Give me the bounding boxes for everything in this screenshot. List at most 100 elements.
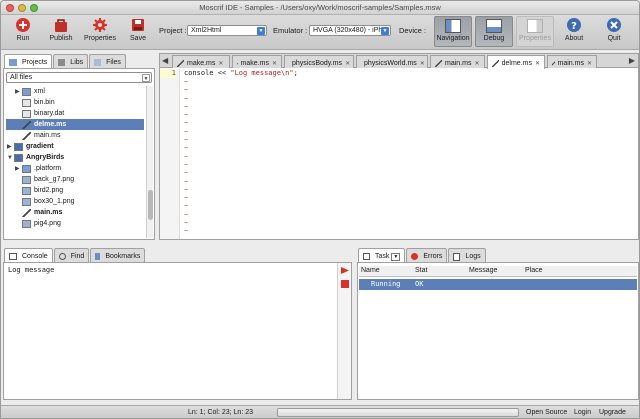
app-window: Moscrif IDE - Samples - /Users/oxy/Work/… — [0, 0, 640, 419]
project-icon — [14, 153, 23, 162]
tab-projects[interactable]: Projects — [4, 54, 53, 68]
save-button[interactable]: Save — [118, 17, 158, 47]
bookmark-icon — [95, 253, 101, 260]
window-title: Moscrif IDE - Samples - /Users/oxy/Work/… — [199, 3, 441, 12]
empty-line-marker: ~ — [184, 127, 189, 136]
tree-item[interactable]: ▶ gradient — [6, 141, 144, 152]
open-source-link[interactable]: Open Source — [526, 409, 567, 416]
tree-item[interactable]: binary.dat — [6, 108, 144, 119]
tree-item[interactable]: ▼ AngryBirds — [6, 152, 144, 163]
project-select[interactable]: Xml2Html ▼ — [187, 25, 267, 36]
clear-console-icon[interactable] — [341, 267, 349, 274]
emulator-select[interactable]: HVGA (320x480) - iPh ▼ — [309, 25, 391, 36]
quit-button[interactable]: Quit — [594, 17, 634, 47]
disclosure-triangle-icon[interactable]: ▶ — [7, 143, 14, 150]
editor-tab[interactable]: make.ms ✕ — [172, 55, 230, 68]
code-area[interactable]: console << "Log message\n"; ~ ~ ~ ~ ~ ~ ~ ~ ~ ~ ~ ~… — [184, 69, 638, 239]
disclosure-triangle-icon[interactable]: ▶ — [15, 165, 22, 172]
project-value: Xml2Html — [191, 27, 222, 34]
file-filter-value: All files — [10, 74, 33, 81]
libs-icon — [58, 59, 66, 66]
tree-item[interactable]: main.ms — [6, 207, 144, 218]
tab-errors[interactable]: Errors — [406, 248, 448, 262]
gear-icon — [93, 18, 107, 32]
close-icon[interactable]: ✕ — [474, 60, 479, 67]
tab-find[interactable]: Find — [53, 248, 90, 262]
close-icon[interactable]: ✕ — [218, 60, 223, 67]
editor-tab[interactable]: delme.ms ✕ — [487, 55, 545, 69]
editor-tab[interactable]: physicsWorld.ms ✕ — [356, 55, 428, 68]
tree-item[interactable]: ▶ xml — [6, 86, 144, 97]
progress-bar — [277, 408, 519, 417]
editor-tab[interactable]: physicsBody.ms ✕ — [284, 55, 354, 68]
login-link[interactable]: Login — [574, 409, 591, 416]
properties-toggle[interactable]: Properties — [516, 16, 554, 47]
properties-button[interactable]: Properties — [80, 17, 120, 47]
tabs-scroll-right-icon[interactable]: ▶ — [629, 56, 635, 65]
empty-line-marker: ~ — [184, 94, 189, 103]
publish-button[interactable]: Publish — [41, 17, 81, 47]
editor-tab[interactable]: make.ms ✕ — [232, 55, 282, 68]
chevron-down-icon: ▼ — [257, 27, 265, 35]
tree-item-label: xml — [34, 88, 45, 95]
script-icon — [177, 59, 184, 67]
task-table-header: Name Stat Message Place — [359, 266, 637, 277]
tab-task-menu-icon[interactable]: ▼ — [391, 252, 401, 261]
bottom-left-tabs: Console Find Bookmarks — [4, 248, 146, 262]
cursor-position: Ln: 1; Col: 23; Ln: 23 — [188, 409, 253, 416]
tab-libs[interactable]: Libs — [53, 54, 89, 68]
disclosure-triangle-icon[interactable]: ▶ — [15, 88, 22, 95]
close-icon[interactable]: ✕ — [587, 60, 592, 67]
column-stat[interactable]: Stat — [415, 267, 427, 274]
navigation-toggle[interactable]: Navigation — [434, 16, 472, 47]
table-row[interactable]: Running OK — [359, 279, 637, 290]
tree-item[interactable]: pig4.png — [6, 218, 144, 229]
tab-task[interactable]: Task ▼ — [358, 248, 406, 262]
tree-item[interactable]: bird2.png — [6, 185, 144, 196]
close-icon[interactable]: ✕ — [345, 60, 350, 67]
debug-toggle[interactable]: Debug — [475, 16, 513, 47]
folder-icon — [22, 164, 31, 173]
run-button[interactable]: Run — [3, 17, 43, 47]
tree-item[interactable]: ▶ .platform — [6, 163, 144, 174]
close-icon[interactable]: ✕ — [420, 60, 425, 67]
about-button[interactable]: ? About — [554, 17, 594, 47]
column-name[interactable]: Name — [361, 267, 380, 274]
column-message[interactable]: Message — [469, 267, 497, 274]
column-place[interactable]: Place — [525, 267, 543, 274]
upgrade-link[interactable]: Upgrade — [599, 409, 626, 416]
editor-tab[interactable]: main.ms ✕ — [547, 55, 597, 68]
tree-item[interactable]: bin.bin — [6, 97, 144, 108]
tree-scrollbar-thumb[interactable] — [148, 190, 153, 220]
tabs-scroll-left-icon[interactable]: ◀ — [162, 56, 168, 65]
folder-icon — [22, 87, 31, 96]
tree-item[interactable]: back_g7.png — [6, 174, 144, 185]
svg-text:?: ? — [571, 21, 577, 32]
empty-line-marker: ~ — [184, 227, 189, 236]
tree-item-label: main.ms — [34, 132, 61, 139]
stop-icon[interactable] — [341, 280, 349, 288]
tree-item[interactable]: main.ms — [6, 130, 144, 141]
disclosure-triangle-icon[interactable]: ▼ — [7, 155, 14, 161]
tab-files[interactable]: Files — [89, 54, 126, 68]
device-label: Device : — [399, 26, 427, 35]
empty-line-marker: ~ — [184, 202, 189, 211]
tab-console[interactable]: Console — [4, 248, 53, 262]
bottom-right-tabs: Task ▼ Errors Logs — [358, 248, 487, 262]
tab-logs[interactable]: Logs — [448, 248, 486, 262]
empty-line-marker: ~ — [184, 210, 189, 219]
close-icon[interactable]: ✕ — [535, 60, 540, 67]
tree-scrollbar[interactable] — [146, 86, 153, 238]
row-name: Running — [371, 280, 401, 288]
tree-item-label: pig4.png — [34, 220, 61, 227]
title-bar: Moscrif IDE - Samples - /Users/oxy/Work/… — [1, 1, 639, 15]
publish-label: Publish — [49, 35, 73, 42]
file-filter-select[interactable]: All files ▼ — [6, 72, 152, 83]
chevron-down-icon: ▼ — [381, 27, 389, 35]
close-icon[interactable]: ✕ — [272, 60, 277, 67]
tree-item[interactable]: delme.ms — [6, 119, 144, 130]
editor-tab[interactable]: main.ms ✕ — [430, 55, 485, 68]
tab-files-label: Files — [106, 59, 121, 66]
tab-bookmarks[interactable]: Bookmarks — [90, 248, 146, 262]
tree-item[interactable]: box30_1.png — [6, 196, 144, 207]
